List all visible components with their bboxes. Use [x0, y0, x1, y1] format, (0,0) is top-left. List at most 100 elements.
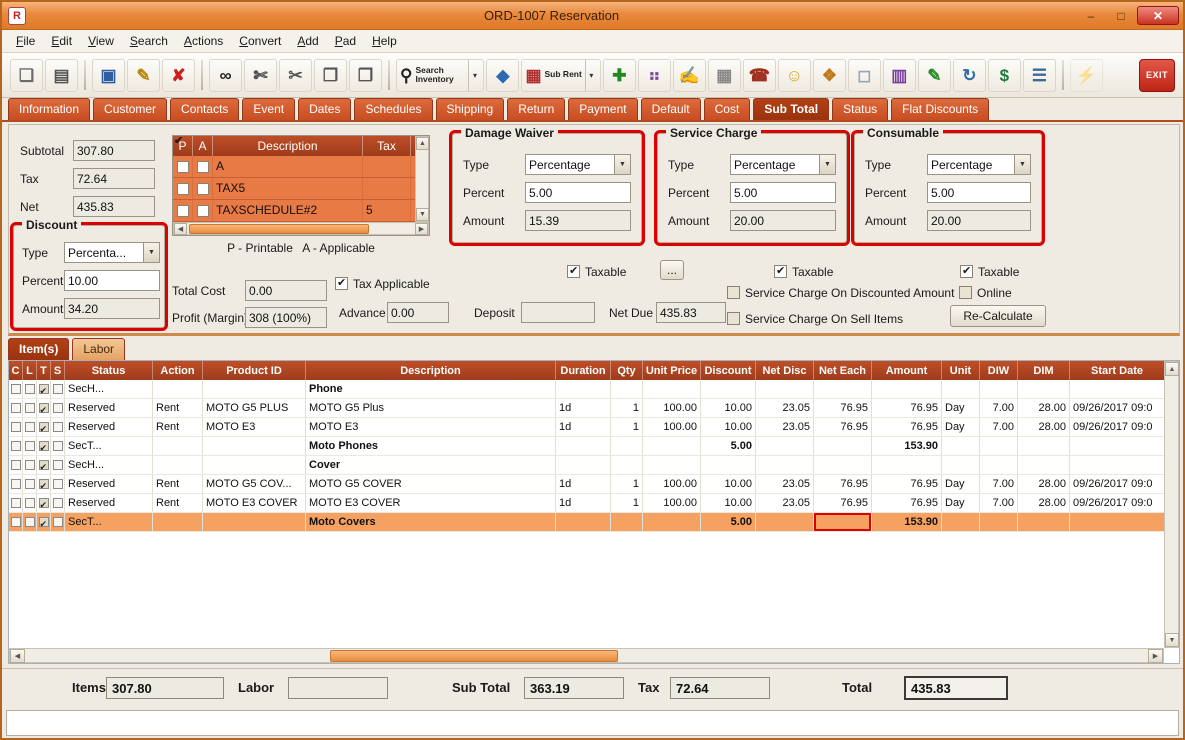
menu-edit[interactable]: Edit [43, 31, 80, 51]
exchange-button[interactable]: ↻ [953, 59, 986, 92]
payments-button[interactable]: $ [988, 59, 1021, 92]
row-flag-c-checkbox[interactable] [11, 517, 21, 527]
column-header-status[interactable]: Status [65, 361, 153, 380]
chevron-down-icon[interactable]: ▼ [143, 243, 159, 262]
row-flag-c-checkbox[interactable] [11, 498, 21, 508]
exit-button[interactable]: EXIT [1139, 59, 1175, 92]
service-charge-on-sell-checkbox[interactable] [727, 312, 740, 325]
row-flag-c-checkbox[interactable] [11, 422, 21, 432]
row-flag-c-checkbox[interactable] [11, 460, 21, 470]
row-flag-s-checkbox[interactable] [53, 479, 63, 489]
row-flag-l-checkbox[interactable] [25, 498, 35, 508]
total-cost-field[interactable] [245, 280, 327, 301]
tab-dates[interactable]: Dates [298, 98, 351, 120]
reports-button[interactable]: ▥ [883, 59, 916, 92]
column-header-start_date[interactable]: Start Date [1070, 361, 1165, 380]
row-flag-s-checkbox[interactable] [53, 441, 63, 451]
row-flag-t-checkbox[interactable] [39, 384, 49, 394]
maximize-button[interactable]: □ [1107, 6, 1135, 25]
edit-button[interactable]: ✎ [127, 59, 160, 92]
menu-convert[interactable]: Convert [231, 31, 289, 51]
row-flag-c-checkbox[interactable] [11, 403, 21, 413]
tab-shipping[interactable]: Shipping [436, 98, 505, 120]
tax-column-header-a[interactable]: A [193, 136, 213, 156]
tab-sub-total[interactable]: Sub Total [753, 98, 829, 120]
row-flag-t-checkbox[interactable] [39, 441, 49, 451]
tab-return[interactable]: Return [507, 98, 565, 120]
row-flag-s-checkbox[interactable] [53, 384, 63, 394]
row-flag-t-checkbox[interactable] [39, 403, 49, 413]
column-header-action[interactable]: Action [153, 361, 203, 380]
menu-file[interactable]: File [8, 31, 43, 51]
subtotal-field[interactable] [73, 140, 155, 161]
copy-button[interactable]: ❐ [314, 59, 347, 92]
ledger-button[interactable]: ▦ [708, 59, 741, 92]
row-flag-l-checkbox[interactable] [25, 384, 35, 394]
scroll-left-icon[interactable]: ◀ [10, 649, 25, 663]
tax-table-vscrollbar[interactable]: ▲ ▼ [415, 136, 429, 222]
discount-percent-field[interactable] [64, 270, 160, 291]
scroll-down-icon[interactable]: ▼ [1165, 633, 1179, 647]
row-flag-c-checkbox[interactable] [11, 384, 21, 394]
summary-labor-field[interactable] [288, 677, 388, 699]
row-flag-t-checkbox[interactable] [39, 422, 49, 432]
tax-table-row[interactable]: TAX5 [173, 178, 429, 200]
service-charge-type-select[interactable]: Percentage ▼ [730, 154, 836, 175]
close-button[interactable]: ✕ [1137, 6, 1179, 25]
tab-contacts[interactable]: Contacts [170, 98, 239, 120]
notes-button[interactable]: ✍ [673, 59, 706, 92]
summary-subtotal-field[interactable] [524, 677, 624, 699]
tax-p-checkbox[interactable] [177, 183, 189, 195]
tax-field[interactable] [73, 168, 155, 189]
row-flag-t-checkbox[interactable] [39, 479, 49, 489]
tax-a-checkbox[interactable] [197, 183, 209, 195]
customer-button[interactable]: ☺ [778, 59, 811, 92]
summary-items-field[interactable] [106, 677, 224, 699]
row-flag-c-checkbox[interactable] [11, 479, 21, 489]
table-row[interactable]: ReservedRentMOTO G5 COV...MOTO G5 COVER1… [9, 475, 1165, 494]
row-flag-l-checkbox[interactable] [25, 517, 35, 527]
menu-actions[interactable]: Actions [176, 31, 231, 51]
chevron-down-icon[interactable]: ▼ [1014, 155, 1030, 174]
tab-flat-discounts[interactable]: Flat Discounts [891, 98, 989, 120]
damage-waiver-amount-field[interactable] [525, 210, 631, 231]
service-charge-taxable-checkbox[interactable] [774, 265, 787, 278]
row-flag-s-checkbox[interactable] [53, 422, 63, 432]
chevron-down-icon[interactable]: ▼ [819, 155, 835, 174]
column-header-net_disc[interactable]: Net Disc [756, 361, 814, 380]
tax-p-checkbox[interactable] [177, 161, 189, 173]
damage-waiver-percent-field[interactable] [525, 182, 631, 203]
row-flag-c-checkbox[interactable] [11, 441, 21, 451]
consumable-percent-field[interactable] [927, 182, 1031, 203]
menu-view[interactable]: View [80, 31, 122, 51]
row-flag-s-checkbox[interactable] [53, 517, 63, 527]
groups-button[interactable]: ⠶ [638, 59, 671, 92]
cut-button[interactable]: ✂ [279, 59, 312, 92]
service-charge-amount-field[interactable] [730, 210, 836, 231]
consumable-taxable-checkbox[interactable] [960, 265, 973, 278]
delete-button[interactable]: ✘ [162, 59, 195, 92]
online-checkbox[interactable] [959, 286, 972, 299]
column-header-dim[interactable]: DIM [1018, 361, 1070, 380]
tax-table-row[interactable]: A [173, 156, 429, 178]
tab-schedules[interactable]: Schedules [354, 98, 432, 120]
paste-button[interactable]: ❒ [349, 59, 382, 92]
scroll-up-icon[interactable]: ▲ [416, 137, 429, 150]
summary-tax-field[interactable] [670, 677, 770, 699]
table-row[interactable]: ReservedRentMOTO E3MOTO E31d1100.0010.00… [9, 418, 1165, 437]
discount-type-select[interactable]: Percenta... ▼ [64, 242, 160, 263]
column-header-unit_price[interactable]: Unit Price [643, 361, 701, 380]
column-header-duration[interactable]: Duration [556, 361, 611, 380]
search-inventory-button[interactable]: ⚲Search Inventory▾ [396, 59, 484, 92]
table-row[interactable]: SecH...Phone [9, 380, 1165, 399]
consumable-amount-field[interactable] [927, 210, 1031, 231]
scroll-left-icon[interactable]: ◀ [174, 223, 187, 235]
chevron-down-icon[interactable]: ▼ [614, 155, 630, 174]
minimize-button[interactable]: – [1077, 6, 1105, 25]
advance-field[interactable] [387, 302, 449, 323]
recalculate-button[interactable]: Re-Calculate [950, 305, 1046, 327]
column-header-l[interactable]: L [23, 361, 37, 380]
table-row[interactable]: SecT...Moto Phones5.00153.90 [9, 437, 1165, 456]
column-header-s[interactable]: S [51, 361, 65, 380]
tax-table-hscroll-thumb[interactable] [189, 224, 369, 234]
